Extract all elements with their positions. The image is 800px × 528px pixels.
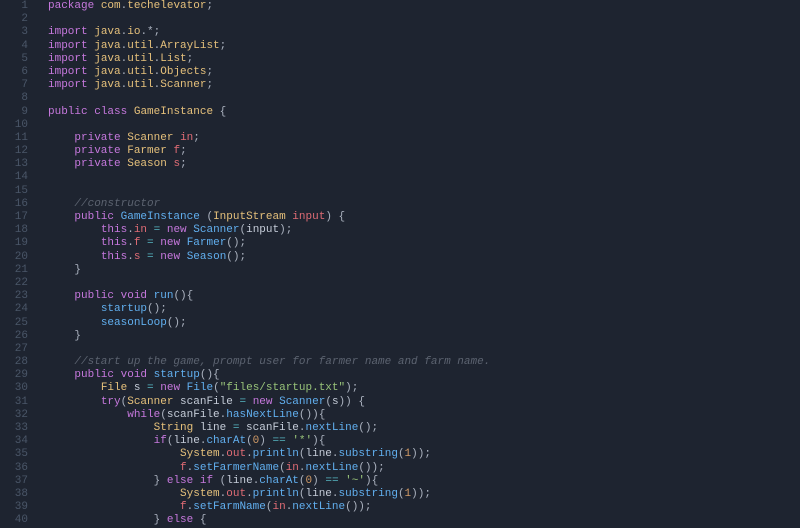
line-number: 20 <box>0 251 28 264</box>
code-line[interactable] <box>48 343 800 356</box>
code-line[interactable]: seasonLoop(); <box>48 317 800 330</box>
line-number: 23 <box>0 290 28 303</box>
code-editor[interactable]: 1234567891011121314151617181920212223242… <box>0 0 800 528</box>
code-line[interactable]: } else if (line.charAt(0) == '~'){ <box>48 475 800 488</box>
code-line[interactable]: this.s = new Season(); <box>48 251 800 264</box>
code-line[interactable]: } <box>48 264 800 277</box>
code-line[interactable] <box>48 119 800 132</box>
line-number: 34 <box>0 435 28 448</box>
line-number: 2 <box>0 13 28 26</box>
line-number: 27 <box>0 343 28 356</box>
line-number: 6 <box>0 66 28 79</box>
code-line[interactable]: File s = new File("files/startup.txt"); <box>48 382 800 395</box>
line-number: 19 <box>0 237 28 250</box>
line-number: 25 <box>0 317 28 330</box>
line-number: 28 <box>0 356 28 369</box>
code-line[interactable]: f.setFarmerName(in.nextLine()); <box>48 462 800 475</box>
code-line[interactable]: private Season s; <box>48 158 800 171</box>
line-number: 31 <box>0 396 28 409</box>
code-line[interactable]: import java.util.ArrayList; <box>48 40 800 53</box>
code-line[interactable]: public void run(){ <box>48 290 800 303</box>
line-number: 18 <box>0 224 28 237</box>
code-line[interactable]: while(scanFile.hasNextLine()){ <box>48 409 800 422</box>
code-line[interactable]: System.out.println(line.substring(1)); <box>48 488 800 501</box>
code-line[interactable]: import java.util.List; <box>48 53 800 66</box>
line-number: 15 <box>0 185 28 198</box>
code-line[interactable]: if(line.charAt(0) == '*'){ <box>48 435 800 448</box>
line-number: 39 <box>0 501 28 514</box>
code-line[interactable]: } <box>48 330 800 343</box>
line-number: 24 <box>0 303 28 316</box>
code-line[interactable]: private Farmer f; <box>48 145 800 158</box>
line-number: 22 <box>0 277 28 290</box>
line-number: 38 <box>0 488 28 501</box>
line-number: 36 <box>0 462 28 475</box>
line-number: 14 <box>0 171 28 184</box>
code-line[interactable]: startup(); <box>48 303 800 316</box>
line-number: 33 <box>0 422 28 435</box>
line-number: 26 <box>0 330 28 343</box>
line-number-gutter: 1234567891011121314151617181920212223242… <box>0 0 40 528</box>
code-line[interactable]: public class GameInstance { <box>48 106 800 119</box>
line-number: 40 <box>0 514 28 527</box>
code-line[interactable]: f.setFarmName(in.nextLine()); <box>48 501 800 514</box>
line-number: 17 <box>0 211 28 224</box>
line-number: 8 <box>0 92 28 105</box>
line-number: 1 <box>0 0 28 13</box>
code-line[interactable]: import java.util.Scanner; <box>48 79 800 92</box>
code-line[interactable] <box>48 92 800 105</box>
code-line[interactable]: String line = scanFile.nextLine(); <box>48 422 800 435</box>
line-number: 35 <box>0 448 28 461</box>
line-number: 11 <box>0 132 28 145</box>
code-line[interactable]: public void startup(){ <box>48 369 800 382</box>
line-number: 3 <box>0 26 28 39</box>
line-number: 30 <box>0 382 28 395</box>
code-line[interactable]: import java.util.Objects; <box>48 66 800 79</box>
code-line[interactable]: try(Scanner scanFile = new Scanner(s)) { <box>48 396 800 409</box>
line-number: 10 <box>0 119 28 132</box>
line-number: 4 <box>0 40 28 53</box>
code-line[interactable]: System.out.println(line.substring(1)); <box>48 448 800 461</box>
code-line[interactable]: this.in = new Scanner(input); <box>48 224 800 237</box>
code-line[interactable] <box>48 185 800 198</box>
line-number: 29 <box>0 369 28 382</box>
line-number: 7 <box>0 79 28 92</box>
code-line[interactable]: this.f = new Farmer(); <box>48 237 800 250</box>
code-area[interactable]: package com.techelevator; import java.io… <box>40 0 800 528</box>
code-line[interactable]: //constructor <box>48 198 800 211</box>
line-number: 21 <box>0 264 28 277</box>
line-number: 37 <box>0 475 28 488</box>
code-line[interactable]: package com.techelevator; <box>48 0 800 13</box>
line-number: 16 <box>0 198 28 211</box>
line-number: 5 <box>0 53 28 66</box>
line-number: 32 <box>0 409 28 422</box>
code-line[interactable]: //start up the game, prompt user for far… <box>48 356 800 369</box>
line-number: 9 <box>0 106 28 119</box>
code-line[interactable]: public GameInstance (InputStream input) … <box>48 211 800 224</box>
code-line[interactable] <box>48 277 800 290</box>
code-line[interactable]: private Scanner in; <box>48 132 800 145</box>
code-line[interactable] <box>48 13 800 26</box>
code-line[interactable]: } else { <box>48 514 800 527</box>
line-number: 13 <box>0 158 28 171</box>
code-line[interactable]: import java.io.*; <box>48 26 800 39</box>
line-number: 12 <box>0 145 28 158</box>
code-line[interactable] <box>48 171 800 184</box>
